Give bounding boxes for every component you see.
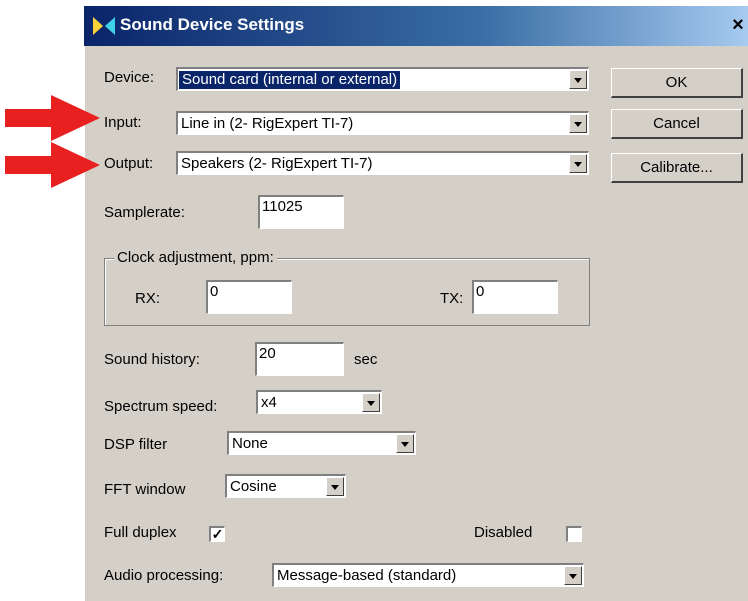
disabled-checkbox[interactable] xyxy=(566,526,582,542)
input-select[interactable]: Line in (2- RigExpert TI-7) xyxy=(176,111,589,135)
fft-window-value: Cosine xyxy=(230,478,277,495)
full-duplex-checkbox[interactable]: ✓ xyxy=(209,526,225,542)
audio-processing-label: Audio processing: xyxy=(104,567,224,584)
cancel-button[interactable]: Cancel xyxy=(611,109,743,139)
input-label: Input: xyxy=(104,114,142,131)
red-arrow-output-icon xyxy=(5,142,100,188)
rx-label: RX: xyxy=(135,290,161,307)
disabled-label: Disabled xyxy=(474,524,533,541)
output-select[interactable]: Speakers (2- RigExpert TI-7) xyxy=(176,151,589,175)
dsp-filter-value: None xyxy=(232,435,268,452)
spectrum-speed-value: x4 xyxy=(261,394,277,411)
butterfly-app-icon xyxy=(93,17,115,35)
device-select[interactable]: Sound card (internal or external) xyxy=(176,67,589,91)
chevron-down-icon[interactable] xyxy=(362,393,380,412)
audio-processing-select[interactable]: Message-based (standard) xyxy=(272,563,584,587)
tx-field[interactable]: 0 xyxy=(472,280,558,314)
device-value: Sound card (internal or external) xyxy=(179,71,401,89)
output-label: Output: xyxy=(104,155,154,172)
sound-history-unit: sec xyxy=(354,351,378,368)
calibrate-button[interactable]: Calibrate... xyxy=(611,153,743,183)
chevron-down-icon[interactable] xyxy=(569,70,587,89)
red-arrow-input-icon xyxy=(5,95,100,141)
samplerate-field[interactable]: 11025 xyxy=(258,195,344,229)
tx-label: TX: xyxy=(440,290,464,307)
spectrum-speed-select[interactable]: x4 xyxy=(256,390,382,414)
chevron-down-icon[interactable] xyxy=(569,154,587,173)
output-value: Speakers (2- RigExpert TI-7) xyxy=(181,155,373,172)
fft-window-label: FFT window xyxy=(104,481,186,498)
audio-processing-value: Message-based (standard) xyxy=(277,567,457,584)
rx-field[interactable]: 0 xyxy=(206,280,292,314)
ok-button[interactable]: OK xyxy=(611,68,743,98)
chevron-down-icon[interactable] xyxy=(396,434,414,453)
dsp-filter-label: DSP filter xyxy=(104,436,168,453)
device-label: Device: xyxy=(104,69,155,86)
window-title: Sound Device Settings xyxy=(120,15,305,34)
sound-history-field[interactable]: 20 xyxy=(255,342,344,376)
chevron-down-icon[interactable] xyxy=(569,114,587,133)
close-icon[interactable]: × xyxy=(726,13,748,37)
samplerate-label: Samplerate: xyxy=(104,204,185,221)
input-value: Line in (2- RigExpert TI-7) xyxy=(181,115,354,132)
chevron-down-icon[interactable] xyxy=(564,566,582,585)
spectrum-speed-label: Spectrum speed: xyxy=(104,398,218,415)
dsp-filter-select[interactable]: None xyxy=(227,431,416,455)
clock-adjustment-title: Clock adjustment, ppm: xyxy=(114,249,277,266)
chevron-down-icon[interactable] xyxy=(326,477,344,496)
full-duplex-label: Full duplex xyxy=(104,524,177,541)
fft-window-select[interactable]: Cosine xyxy=(225,474,346,498)
sound-history-label: Sound history: xyxy=(104,351,200,368)
